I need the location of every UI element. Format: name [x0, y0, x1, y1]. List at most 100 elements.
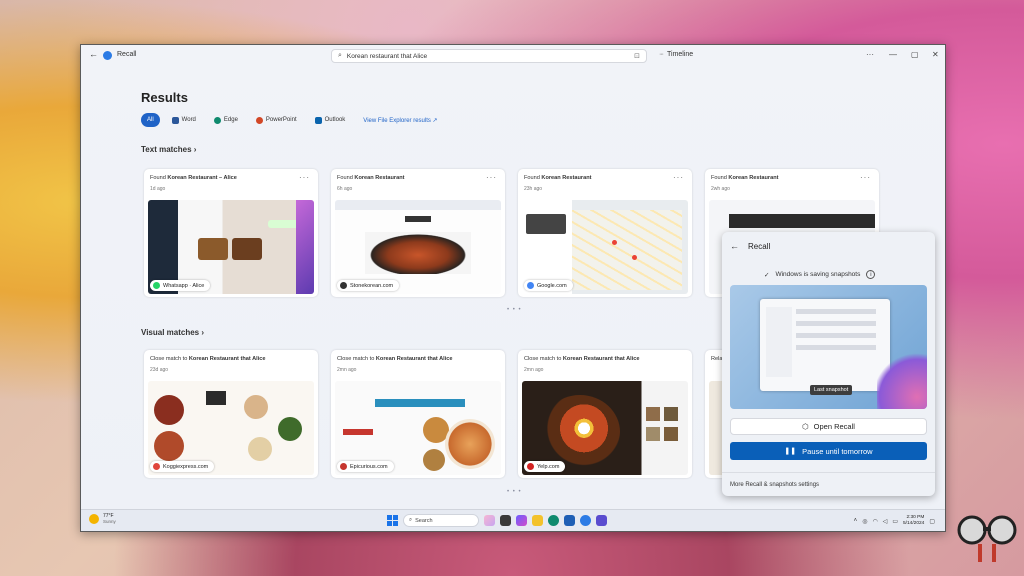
minimize-icon[interactable]: — [889, 50, 897, 59]
text-match-card[interactable]: Found Korean Restaurant 23h ago ··· Goog… [518, 169, 692, 297]
more-options-icon[interactable]: ··· [860, 173, 871, 182]
recall-taskbar-icon[interactable] [580, 515, 591, 526]
info-icon[interactable]: i [866, 270, 876, 279]
card-title: Close match to Korean Restaurant that Al… [337, 356, 453, 362]
koggiexpress-icon [153, 463, 160, 470]
teams-icon[interactable] [596, 515, 607, 526]
text-matches-pager[interactable]: • • • [507, 307, 522, 313]
snapshot-status: ✓ Windows is saving snapshots i [764, 270, 876, 279]
filter-edge[interactable]: Edge [208, 113, 244, 127]
card-time: 2wh ago [711, 186, 730, 192]
card-time: 23h ago [524, 186, 543, 192]
taskbar-apps: ⌕ Search [387, 514, 607, 527]
text-match-card[interactable]: Found Korean Restaurant – Alice 1d ago ·… [144, 169, 318, 297]
more-recall-settings-link[interactable]: More Recall & snapshots settings [722, 472, 935, 496]
notification-icon[interactable]: ▢ [929, 518, 935, 525]
results-heading: Results [141, 90, 188, 105]
taskbar: 77°F Sunny ⌕ Search ˄ ◎ ◠ ◁ ▭ 2:30 PM 5/1… [81, 509, 945, 531]
title-bar: ← Recall ⌕ Korean restaurant that Alice … [81, 45, 945, 67]
more-options-icon[interactable]: ··· [673, 173, 684, 182]
close-icon[interactable]: ✕ [932, 50, 939, 59]
open-recall-button[interactable]: ⬡ Open Recall [730, 418, 927, 435]
card-time: 2mn ago [337, 367, 357, 373]
yelp-icon [527, 463, 534, 470]
text-matches-label: Text matches [141, 145, 192, 154]
pause-icon: ❚❚ [784, 448, 797, 455]
file-explorer-icon[interactable] [532, 515, 543, 526]
sun-icon [89, 513, 99, 524]
more-options-icon[interactable]: ··· [866, 50, 874, 59]
whatsapp-icon [153, 282, 160, 289]
search-input[interactable]: ⌕ Korean restaurant that Alice ⊡ [331, 49, 647, 63]
widgets-icon[interactable] [484, 515, 495, 526]
card-title: Found Korean Restaurant [524, 175, 592, 181]
source-chip: Epicurious.com [337, 461, 394, 472]
copilot-icon[interactable] [516, 515, 527, 526]
pause-until-tomorrow-button[interactable]: ❚❚ Pause until tomorrow [730, 442, 927, 460]
card-time: 23d ago [150, 367, 169, 373]
outlook-icon [314, 116, 322, 124]
card-title: Close match to Korean Restaurant that Al… [150, 356, 266, 362]
visual-matches-label: Visual matches [141, 328, 200, 337]
filter-powerpoint-label: PowerPoint [265, 117, 297, 123]
filter-powerpoint[interactable]: PowerPoint [250, 113, 303, 127]
filter-word[interactable]: Word [166, 113, 202, 127]
word-icon [171, 116, 179, 124]
task-view-icon[interactable] [500, 515, 511, 526]
camera-search-icon[interactable]: ⊡ [634, 52, 640, 60]
chevron-up-icon[interactable]: ˄ [854, 518, 858, 524]
timeline-button[interactable]: ··· Timeline [659, 51, 693, 58]
filter-outlook[interactable]: Outlook [309, 113, 352, 127]
store-icon[interactable] [564, 515, 575, 526]
back-arrow-icon[interactable]: ← [730, 241, 739, 251]
visual-match-card[interactable]: Close match to Korean Restaurant that Al… [518, 350, 692, 478]
source-chip: Stonekorean.com [337, 280, 400, 291]
card-title: Found Korean Restaurant [337, 175, 405, 181]
filter-bar: All Word Edge PowerPoint Outlook View Fi… [141, 113, 444, 127]
recall-flyout: ← Recall ✓ Windows is saving snapshots i… [722, 232, 935, 496]
last-snapshot-preview[interactable]: Last snapshot [730, 285, 927, 409]
taskbar-search[interactable]: ⌕ Search [403, 514, 479, 527]
search-query: Korean restaurant that Alice [346, 52, 428, 60]
filter-all[interactable]: All [141, 113, 160, 127]
card-time: 2mn ago [524, 367, 544, 373]
visual-match-card[interactable]: Close match to Korean Restaurant that Al… [144, 350, 318, 478]
clock[interactable]: 2:30 PM 5/14/2024 [903, 515, 924, 527]
app-title: Recall [117, 51, 137, 58]
recall-app-icon [103, 51, 112, 60]
card-title: Close match to Korean Restaurant that Al… [524, 356, 640, 362]
filter-word-label: Word [181, 117, 196, 123]
volume-icon[interactable]: ◁ [883, 518, 888, 525]
weather-widget[interactable]: 77°F Sunny [89, 513, 116, 524]
visual-match-card[interactable]: Close match to Korean Restaurant that Al… [331, 350, 505, 478]
back-arrow-icon[interactable]: ← [89, 49, 98, 59]
wifi-icon[interactable]: ◠ [872, 518, 877, 525]
filter-edge-label: Edge [223, 117, 238, 123]
more-options-icon[interactable]: ··· [299, 173, 310, 182]
last-snapshot-tooltip: Last snapshot [810, 385, 853, 395]
timeline-label: Timeline [667, 51, 694, 58]
card-title: Found Korean Restaurant [711, 175, 779, 181]
edge-icon [213, 116, 221, 124]
taskbar-search-label: Search [415, 517, 433, 524]
source-chip: Whatsapp · Alice [150, 280, 211, 291]
visual-matches-heading[interactable]: Visual matches › [141, 328, 204, 337]
chevron-right-icon: › [193, 145, 197, 154]
google-icon [527, 282, 534, 289]
timeline-icon: ··· [659, 51, 664, 58]
edge-icon[interactable] [548, 515, 559, 526]
watermark-logo [957, 515, 1017, 562]
search-icon: ⌕ [409, 517, 413, 523]
maximize-icon[interactable]: ▢ [911, 50, 919, 59]
start-icon[interactable] [387, 515, 398, 526]
battery-icon[interactable]: ▭ [892, 518, 898, 525]
epicurious-icon [340, 463, 347, 470]
text-matches-heading[interactable]: Text matches › [141, 145, 196, 154]
visual-matches-pager[interactable]: • • • [507, 489, 522, 495]
recall-tray-icon[interactable]: ◎ [862, 518, 867, 525]
more-options-icon[interactable]: ··· [486, 173, 497, 182]
clock-date: 5/14/2024 [902, 521, 925, 526]
checkmark-icon: ✓ [764, 271, 770, 279]
file-explorer-results-link[interactable]: View File Explorer results ↗ [357, 113, 443, 127]
text-match-card[interactable]: Found Korean Restaurant 6h ago ··· Stone… [331, 169, 505, 297]
